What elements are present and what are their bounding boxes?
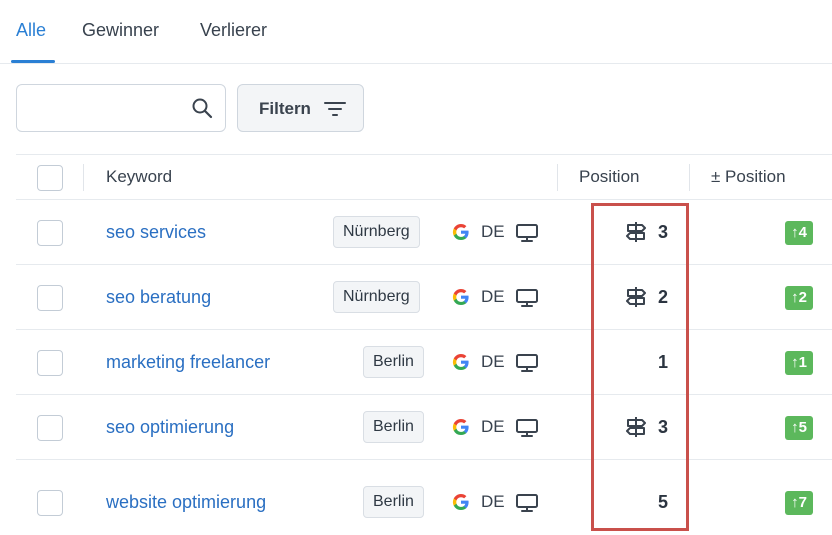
row-checkbox[interactable]: [37, 220, 63, 246]
column-divider: [557, 164, 558, 191]
row-checkbox[interactable]: [37, 490, 63, 516]
position-change-badge: ↑7: [785, 491, 813, 515]
table-row: marketing freelancer Berlin DE 1 ↑1: [16, 330, 832, 395]
search-box: [16, 84, 226, 132]
google-icon: [452, 288, 469, 306]
position-value: 3: [657, 222, 668, 242]
select-all-checkbox[interactable]: [37, 165, 63, 191]
keyword-link[interactable]: seo optimierung: [106, 417, 234, 438]
desktop-icon: [516, 289, 538, 307]
desktop-icon: [516, 494, 538, 512]
search-input[interactable]: [27, 93, 187, 123]
column-header-delta[interactable]: ± Position: [711, 167, 786, 187]
search-icon[interactable]: [191, 97, 213, 119]
keyword-link[interactable]: marketing freelancer: [106, 352, 270, 373]
tab-alle[interactable]: Alle: [16, 20, 46, 41]
country-code: DE: [481, 222, 505, 241]
country-code: DE: [481, 417, 505, 436]
tab-gewinner[interactable]: Gewinner: [82, 20, 159, 41]
table-row: seo services Nürnberg DE 3 ↑4: [16, 200, 832, 265]
active-tab-indicator: [11, 60, 55, 63]
desktop-icon: [516, 224, 538, 242]
position-value: 3: [657, 417, 668, 437]
filter-icon: [324, 102, 346, 116]
country-code: DE: [481, 287, 505, 306]
rankings-panel: Alle Gewinner Verlierer Filtern Keyword …: [0, 0, 832, 535]
location-badge: Nürnberg: [333, 216, 420, 248]
position-change-badge: ↑2: [785, 286, 813, 310]
location-badge: Berlin: [363, 411, 424, 443]
location-badge: Berlin: [363, 486, 424, 518]
tab-bar: Alle Gewinner Verlierer: [0, 0, 832, 64]
google-icon: [452, 418, 469, 436]
keyword-link[interactable]: seo beratung: [106, 287, 211, 308]
google-icon: [452, 353, 469, 371]
keyword-link[interactable]: seo services: [106, 222, 206, 243]
desktop-icon: [516, 354, 538, 372]
column-header-keyword[interactable]: Keyword: [106, 167, 172, 187]
desktop-icon: [516, 419, 538, 437]
keyword-link[interactable]: website optimierung: [106, 492, 266, 513]
position-change-badge: ↑1: [785, 351, 813, 375]
google-icon: [452, 493, 469, 511]
row-checkbox[interactable]: [37, 350, 63, 376]
position-value: 2: [657, 287, 668, 307]
filter-button[interactable]: Filtern: [237, 84, 364, 132]
table-row: seo beratung Nürnberg DE 2 ↑2: [16, 265, 832, 330]
column-divider: [83, 164, 84, 191]
location-badge: Berlin: [363, 346, 424, 378]
table-header: Keyword Position ± Position: [16, 154, 832, 200]
tab-verlierer[interactable]: Verlierer: [200, 20, 267, 41]
column-divider: [689, 164, 690, 191]
row-checkbox[interactable]: [37, 285, 63, 311]
row-checkbox[interactable]: [37, 415, 63, 441]
position-change-badge: ↑4: [785, 221, 813, 245]
table-row: website optimierung Berlin DE 5 ↑7: [16, 460, 832, 535]
position-change-badge: ↑5: [785, 416, 813, 440]
country-code: DE: [481, 492, 505, 511]
country-code: DE: [481, 352, 505, 371]
position-value: 5: [657, 492, 668, 512]
column-header-position[interactable]: Position: [579, 167, 639, 187]
location-badge: Nürnberg: [333, 281, 420, 313]
filter-button-label: Filtern: [259, 99, 311, 118]
table-row: seo optimierung Berlin DE 3 ↑5: [16, 395, 832, 460]
google-icon: [452, 223, 469, 241]
position-value: 1: [657, 352, 668, 372]
